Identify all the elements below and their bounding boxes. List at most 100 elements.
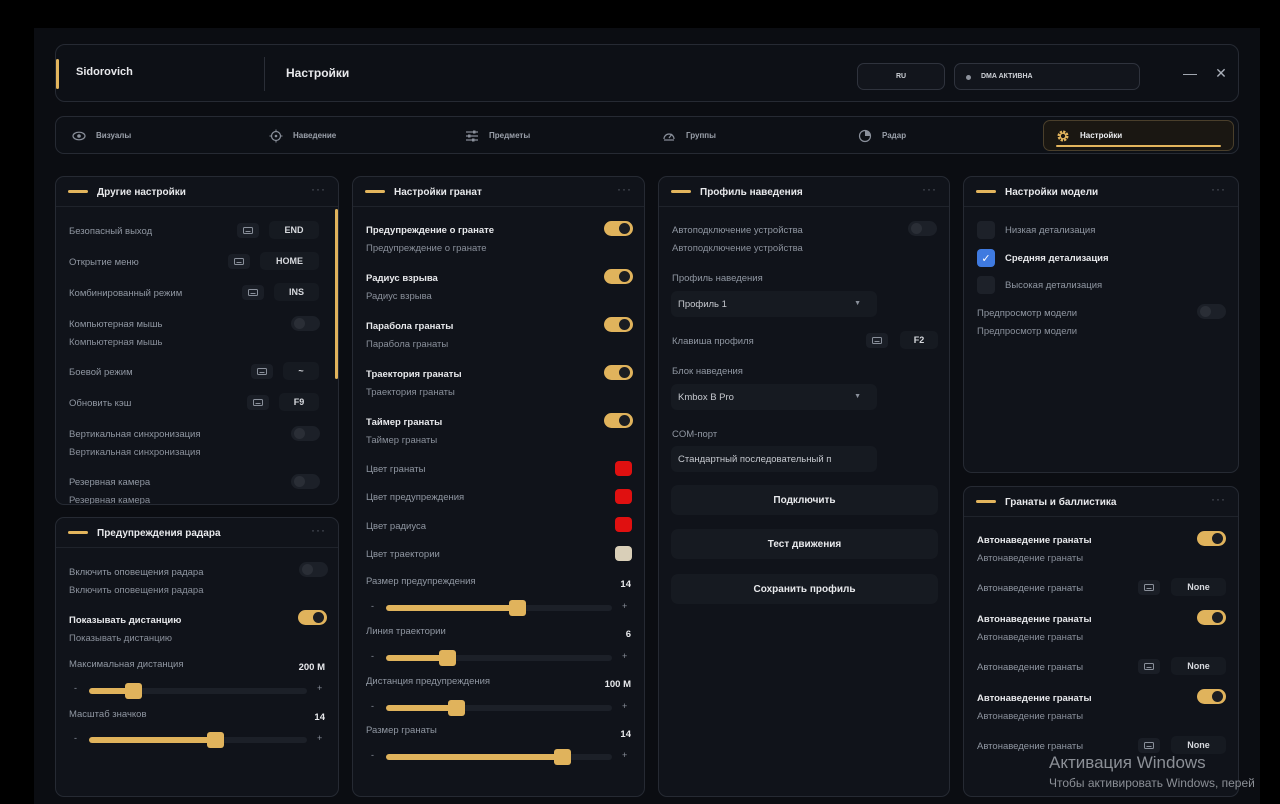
toggle-grenade-autoaim[interactable] (1197, 531, 1226, 546)
color-swatch-radius[interactable] (615, 517, 632, 532)
slider-minus[interactable]: - (74, 733, 77, 743)
toggle-blast-radius[interactable] (604, 269, 633, 284)
more-icon[interactable]: ··· (1211, 492, 1226, 506)
tab-radar[interactable]: Радар (858, 120, 906, 151)
test-movement-button[interactable]: Тест движения (671, 529, 938, 559)
language-button[interactable]: RU (857, 63, 945, 90)
color-swatch-trajectory[interactable] (615, 546, 632, 561)
slider-plus[interactable]: + (622, 701, 627, 711)
setting-description: Траектория гранаты (366, 387, 455, 398)
slider-thumb[interactable] (554, 749, 571, 765)
hotkey-box[interactable]: INS (274, 283, 319, 301)
slider-plus[interactable]: + (622, 750, 627, 760)
slider-minus[interactable]: - (371, 750, 374, 760)
toggle-grenade-autoaim[interactable] (1197, 610, 1226, 625)
slider-minus[interactable]: - (371, 651, 374, 661)
connect-button[interactable]: Подключить (671, 485, 938, 515)
slider-minus[interactable]: - (74, 683, 77, 693)
more-icon[interactable]: ··· (311, 523, 326, 537)
slider-minus[interactable]: - (371, 601, 374, 611)
slider-icon-scale[interactable] (89, 732, 307, 748)
slider-plus[interactable]: + (317, 733, 322, 743)
save-profile-button[interactable]: Сохранить профиль (671, 574, 938, 604)
checkbox-low-detail[interactable] (977, 221, 995, 239)
checkbox-medium-detail[interactable]: ✓ (977, 249, 995, 267)
slider-grenade-size[interactable] (386, 749, 612, 765)
panel-accent (671, 190, 691, 193)
color-swatch-grenade[interactable] (615, 461, 632, 476)
slider-label: Дистанция предупреждения (366, 676, 491, 687)
slider-minus[interactable]: - (371, 701, 374, 711)
tab-items[interactable]: Предметы (465, 120, 530, 151)
profile-hotkey-box[interactable]: F2 (900, 331, 938, 349)
hotkey-box[interactable]: None (1171, 736, 1226, 754)
active-tab-indicator (1056, 145, 1221, 147)
hotkey-box[interactable]: None (1171, 657, 1226, 675)
keyboard-icon (237, 223, 259, 238)
slider-thumb[interactable] (509, 600, 526, 616)
toggle-grenade-trajectory[interactable] (604, 365, 633, 380)
setting-description: Автонаведение гранаты (977, 632, 1084, 643)
toggle-radar-alerts[interactable] (299, 562, 328, 577)
toggle-knob (1212, 612, 1223, 623)
setting-description: Предпросмотр модели (977, 326, 1078, 337)
toggle-model-preview[interactable] (1197, 304, 1226, 319)
setting-label: Автонаведение гранаты (977, 693, 1092, 704)
toggle-vsync[interactable] (291, 426, 320, 441)
toggle-auto-connect[interactable] (908, 221, 937, 236)
slider-label: Максимальная дистанция (69, 659, 184, 670)
close-icon: ✕ (1215, 64, 1227, 81)
more-icon[interactable]: ··· (311, 182, 326, 196)
toggle-grenade-warning[interactable] (604, 221, 633, 236)
slider-thumb[interactable] (439, 650, 456, 666)
tab-groups[interactable]: Группы (662, 120, 716, 151)
toggle-knob (1212, 533, 1223, 544)
slider-max-distance[interactable] (89, 683, 307, 699)
more-icon[interactable]: ··· (1211, 182, 1226, 196)
slider-value: 14 (620, 579, 631, 590)
setting-label: Обновить кэш (69, 398, 132, 409)
toggle-grenade-parabola[interactable] (604, 317, 633, 332)
toggle-knob (1212, 691, 1223, 702)
toggle-show-distance[interactable] (298, 610, 327, 625)
color-swatch-warning[interactable] (615, 489, 632, 504)
color-label: Цвет траектории (366, 549, 440, 560)
toggle-computer-mouse[interactable] (291, 316, 320, 331)
dma-status-pill[interactable]: DMA АКТИВНА (954, 63, 1140, 90)
slider-warning-distance[interactable] (386, 700, 612, 716)
slider-plus[interactable]: + (622, 601, 627, 611)
hotkey-box[interactable]: F9 (279, 393, 319, 411)
field-label: Профиль наведения (672, 273, 763, 284)
more-icon[interactable]: ··· (922, 182, 937, 196)
setting-description: Автонаведение гранаты (977, 711, 1084, 722)
more-icon[interactable]: ··· (617, 182, 632, 196)
slider-warning-size[interactable] (386, 600, 612, 616)
com-port-select[interactable]: Стандартный последовательный п (671, 446, 877, 472)
aim-block-select[interactable]: Kmbox B Pro ▼ (671, 384, 877, 410)
header-accent (56, 59, 59, 89)
profile-select[interactable]: Профиль 1 ▼ (671, 291, 877, 317)
tab-aim[interactable]: Наведение (269, 120, 336, 151)
checkbox-high-detail[interactable] (977, 276, 995, 294)
panel-header: Гранаты и баллистика ··· (964, 487, 1238, 517)
minimize-button[interactable]: — (1180, 63, 1200, 83)
panel-scrollbar[interactable] (335, 209, 338, 379)
hotkey-box[interactable]: ~ (283, 362, 319, 380)
hotkey-box[interactable]: END (269, 221, 319, 239)
slider-plus[interactable]: + (317, 683, 322, 693)
slider-plus[interactable]: + (622, 651, 627, 661)
toggle-grenade-autoaim[interactable] (1197, 689, 1226, 704)
slider-thumb[interactable] (448, 700, 465, 716)
toggle-grenade-timer[interactable] (604, 413, 633, 428)
slider-thumb[interactable] (125, 683, 142, 699)
close-button[interactable]: ✕ (1211, 63, 1231, 83)
tab-settings[interactable]: Настройки (1043, 120, 1234, 151)
slider-thumb[interactable] (207, 732, 224, 748)
hotkey-box[interactable]: None (1171, 578, 1226, 596)
hotkey-box[interactable]: HOME (260, 252, 319, 270)
setting-label: Резервная камера (69, 477, 151, 488)
keyboard-icon (228, 254, 250, 269)
tab-visuals[interactable]: Визуалы (72, 120, 131, 151)
toggle-backup-camera[interactable] (291, 474, 320, 489)
slider-trajectory-line[interactable] (386, 650, 612, 666)
